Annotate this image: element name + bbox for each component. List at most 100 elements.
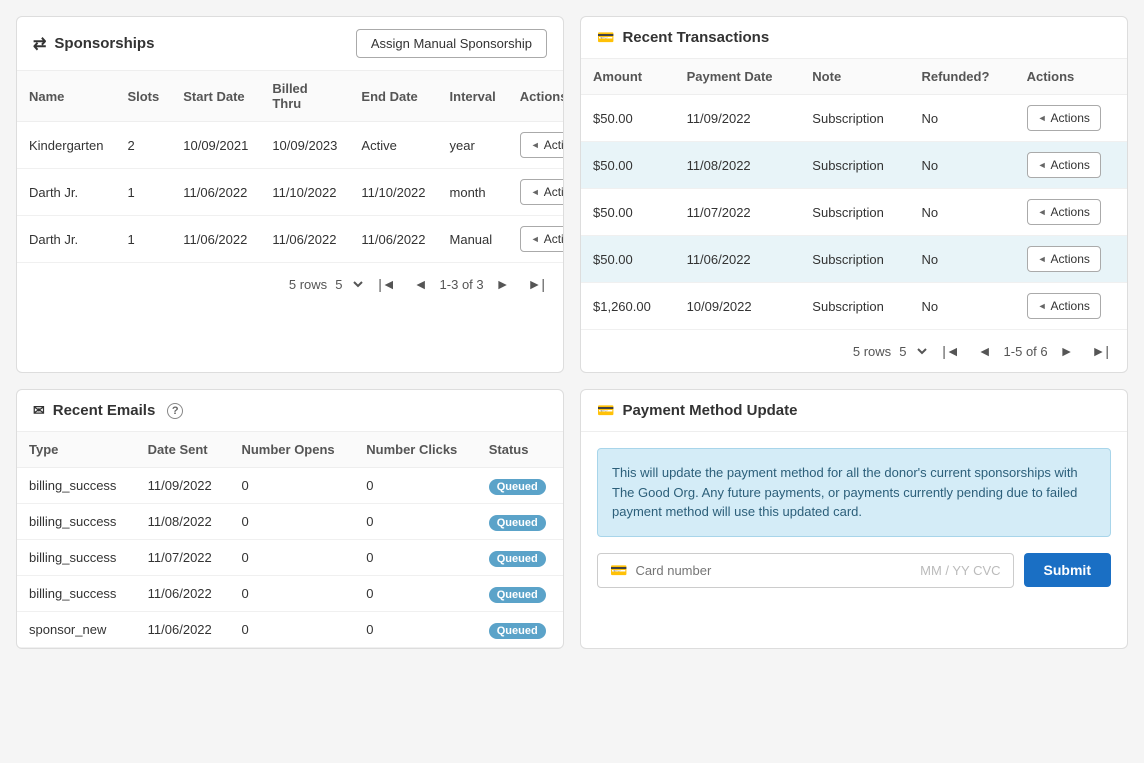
sponsorships-header: ⇄ Sponsorships Assign Manual Sponsorship [17, 17, 563, 71]
last-page-button-tx[interactable]: ►| [1086, 340, 1116, 362]
transactions-icon: 💳 [597, 29, 614, 46]
cell-slots: 1 [115, 216, 171, 263]
transactions-pagination: 5 rows 51025 |◄ ◄ 1-5 of 6 ► ►| [581, 330, 1127, 372]
cell-clicks: 0 [354, 612, 477, 648]
actions-button[interactable]: Actions [1027, 199, 1101, 225]
cell-actions: Actions [508, 216, 563, 263]
cell-billed-thru: 10/09/2023 [260, 122, 349, 169]
status-badge: Queued [489, 587, 546, 603]
cell-billed-thru: 11/10/2022 [260, 169, 349, 216]
payment-method-card: 💳 Payment Method Update This will update… [580, 389, 1128, 649]
cell-actions: Actions [508, 169, 563, 216]
table-row: Darth Jr. 1 11/06/2022 11/06/2022 11/06/… [17, 216, 563, 263]
emails-header: ✉ Recent Emails ? [17, 390, 563, 432]
status-badge: Queued [489, 515, 546, 531]
actions-button[interactable]: Actions [520, 226, 563, 252]
cell-note: Subscription [800, 189, 909, 236]
table-row: billing_success 11/06/2022 0 0 Queued [17, 576, 563, 612]
sponsorships-pagination: 5 rows 51025 |◄ ◄ 1-3 of 3 ► ►| [17, 263, 563, 305]
prev-page-button[interactable]: ◄ [408, 273, 434, 295]
rows-dropdown[interactable]: 51025 [331, 276, 366, 293]
cell-end-date: Active [349, 122, 437, 169]
sponsorships-title: ⇄ Sponsorships [33, 34, 154, 54]
cell-opens: 0 [229, 468, 354, 504]
page-info-tx: 1-5 of 6 [1004, 344, 1048, 359]
cell-date-sent: 11/07/2022 [136, 540, 230, 576]
cell-clicks: 0 [354, 468, 477, 504]
cell-amount: $1,260.00 [581, 283, 675, 330]
table-row: $1,260.00 10/09/2022 Subscription No Act… [581, 283, 1127, 330]
cell-payment-date: 10/09/2022 [675, 283, 801, 330]
transactions-title: 💳 Recent Transactions [597, 29, 769, 46]
cell-type: billing_success [17, 576, 136, 612]
cell-date-sent: 11/06/2022 [136, 576, 230, 612]
cell-end-date: 11/10/2022 [349, 169, 437, 216]
actions-button[interactable]: Actions [1027, 105, 1101, 131]
col-header-payment-date: Payment Date [675, 59, 801, 95]
cell-type: billing_success [17, 468, 136, 504]
expiry-cvc-placeholder: MM / YY CVC [920, 563, 1000, 578]
cell-opens: 0 [229, 576, 354, 612]
rows-select-tx: 5 rows 51025 [853, 343, 930, 360]
col-header-type: Type [17, 432, 136, 468]
actions-button[interactable]: Actions [1027, 246, 1101, 272]
table-row: billing_success 11/09/2022 0 0 Queued [17, 468, 563, 504]
rows-dropdown-tx[interactable]: 51025 [895, 343, 930, 360]
card-number-input[interactable] [635, 563, 912, 578]
cell-date-sent: 11/08/2022 [136, 504, 230, 540]
table-row: $50.00 11/06/2022 Subscription No Action… [581, 236, 1127, 283]
payment-icon: 💳 [597, 402, 614, 419]
cell-status: Queued [477, 540, 563, 576]
next-page-button[interactable]: ► [490, 273, 516, 295]
first-page-button-tx[interactable]: |◄ [936, 340, 966, 362]
cell-name: Darth Jr. [17, 216, 115, 263]
payment-title: 💳 Payment Method Update [597, 402, 797, 419]
actions-button[interactable]: Actions [1027, 293, 1101, 319]
table-row: $50.00 11/09/2022 Subscription No Action… [581, 95, 1127, 142]
prev-page-button-tx[interactable]: ◄ [972, 340, 998, 362]
submit-button[interactable]: Submit [1024, 553, 1111, 587]
last-page-button[interactable]: ►| [522, 273, 552, 295]
page-info: 1-3 of 3 [440, 277, 484, 292]
payment-info-box: This will update the payment method for … [597, 448, 1111, 537]
col-header-number-opens: Number Opens [229, 432, 354, 468]
cell-actions: Actions [1015, 236, 1127, 283]
recent-transactions-card: 💳 Recent Transactions Amount Payment Dat… [580, 16, 1128, 373]
cell-interval: year [438, 122, 508, 169]
payment-header: 💳 Payment Method Update [581, 390, 1127, 432]
cell-opens: 0 [229, 612, 354, 648]
cell-amount: $50.00 [581, 142, 675, 189]
actions-button[interactable]: Actions [1027, 152, 1101, 178]
cell-clicks: 0 [354, 576, 477, 612]
col-header-end-date: End Date [349, 71, 437, 122]
cell-type: sponsor_new [17, 612, 136, 648]
cell-note: Subscription [800, 95, 909, 142]
cell-interval: month [438, 169, 508, 216]
status-badge: Queued [489, 479, 546, 495]
cell-clicks: 0 [354, 504, 477, 540]
sponsorships-icon: ⇄ [33, 34, 46, 54]
help-icon[interactable]: ? [167, 403, 183, 419]
table-row: billing_success 11/08/2022 0 0 Queued [17, 504, 563, 540]
card-input-row: 💳 MM / YY CVC Submit [597, 553, 1111, 588]
cell-name: Kindergarten [17, 122, 115, 169]
cell-payment-date: 11/08/2022 [675, 142, 801, 189]
emails-title: ✉ Recent Emails ? [33, 402, 183, 419]
next-page-button-tx[interactable]: ► [1054, 340, 1080, 362]
rows-label-tx: 5 rows [853, 344, 891, 359]
cell-amount: $50.00 [581, 95, 675, 142]
cell-type: billing_success [17, 504, 136, 540]
cell-start-date: 11/06/2022 [171, 169, 260, 216]
actions-button[interactable]: Actions [520, 179, 563, 205]
cell-clicks: 0 [354, 540, 477, 576]
cell-date-sent: 11/09/2022 [136, 468, 230, 504]
actions-button[interactable]: Actions [520, 132, 563, 158]
cell-note: Subscription [800, 236, 909, 283]
first-page-button[interactable]: |◄ [372, 273, 402, 295]
col-header-note: Note [800, 59, 909, 95]
sponsorships-table-container: Name Slots Start Date Billed Thru End Da… [17, 71, 563, 263]
cell-note: Subscription [800, 142, 909, 189]
emails-table: Type Date Sent Number Opens Number Click… [17, 432, 563, 648]
assign-manual-sponsorship-button[interactable]: Assign Manual Sponsorship [356, 29, 547, 58]
card-input-wrapper: 💳 MM / YY CVC [597, 553, 1014, 588]
